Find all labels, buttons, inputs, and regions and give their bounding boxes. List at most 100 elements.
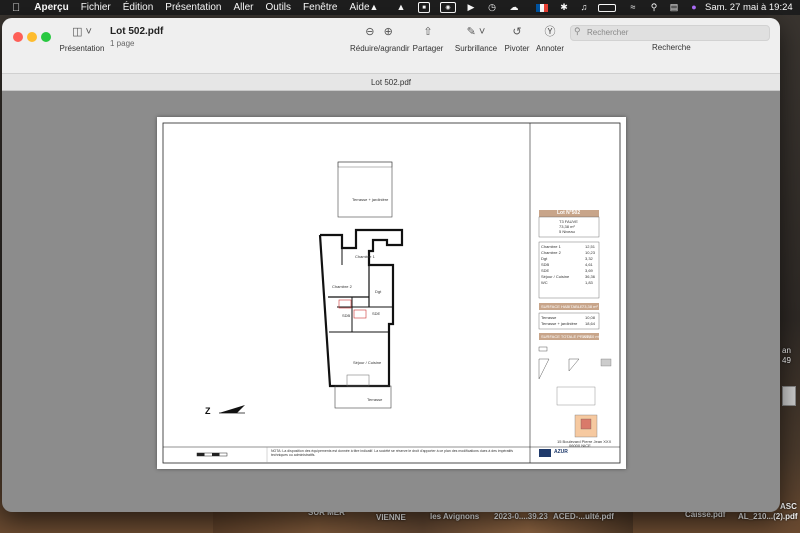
room-name: Dgt — [541, 256, 548, 261]
status-play-icon[interactable]: ▶ — [465, 2, 477, 13]
highlight-icon: ✎ ˅ — [466, 26, 486, 38]
surface-habitable-value: 73,38 m² — [582, 304, 598, 309]
presentation-button[interactable]: ◫ ˅ Présentation — [57, 26, 107, 53]
menu-item-aide[interactable]: Aide — [350, 2, 370, 13]
rotate-icon: ↺ — [512, 26, 522, 38]
status-wifi-icon[interactable]: ≈ — [627, 2, 639, 13]
room-area: 3,69 — [585, 268, 593, 273]
annotate-label: Annoter — [535, 44, 565, 53]
room-name: SDB — [541, 262, 550, 267]
floor-plan-drawing — [162, 122, 621, 464]
window-toolbar: ◫ ˅ Présentation Lot 502.pdf 1 page ⊖ ⊕ … — [2, 18, 780, 74]
status-battery-icon[interactable] — [598, 4, 616, 12]
apple-menu-icon[interactable]:  — [12, 2, 20, 14]
room-name: SDE — [541, 268, 550, 273]
menu-item-presentation[interactable]: Présentation — [165, 2, 221, 13]
brand-label: AZUR — [554, 449, 568, 455]
sidebar-icon: ◫ ˅ — [72, 26, 92, 38]
menu-item-fichier[interactable]: Fichier — [81, 2, 111, 13]
menu-item-aller[interactable]: Aller — [233, 2, 253, 13]
status-cone-icon[interactable]: ▲ — [395, 2, 407, 13]
terrace-area: 10,08 — [585, 315, 596, 320]
preview-window: ◫ ˅ Présentation Lot 502.pdf 1 page ⊖ ⊕ … — [2, 18, 780, 512]
resize-button[interactable]: ⊖ ⊕ Réduire/agrandir — [350, 26, 410, 53]
desktop-file-label[interactable]: VIENNE — [376, 513, 406, 522]
desktop-file-label[interactable]: ASC — [780, 502, 797, 511]
search-input[interactable]: Rechercher — [570, 25, 770, 41]
desktop-side-label: an — [782, 346, 791, 355]
status-bluetooth-icon[interactable]: ✱ — [558, 2, 570, 13]
status-clock-icon[interactable]: ◷ — [486, 2, 498, 13]
status-app-icon[interactable]: ▲ — [368, 2, 380, 13]
menu-app-name[interactable]: Aperçu — [34, 2, 68, 13]
lot-floor: 5 Niveau — [559, 229, 575, 234]
room-name: Séjour / Cuisine — [541, 274, 570, 279]
status-search-icon[interactable]: ⚲ — [648, 2, 660, 13]
desktop-file-label[interactable]: ACED-...ulté.pdf — [553, 512, 614, 521]
terrace-name: Terrasse — [541, 315, 557, 320]
annotate-button[interactable]: Ⓨ Annoter — [535, 26, 565, 53]
plan-label-dgt: Dgt — [375, 289, 382, 294]
plan-label-chambre2: Chambre 2 — [332, 284, 352, 289]
status-flag-icon[interactable] — [536, 4, 548, 12]
highlight-button[interactable]: ✎ ˅ Surbrillance — [454, 26, 498, 53]
search-icon: ⚲ — [574, 26, 581, 36]
window-subtitle: 1 page — [110, 39, 135, 48]
city-label: 06000 NICE — [569, 443, 591, 448]
north-arrow-label: Z — [205, 406, 211, 416]
room-area: 10,23 — [585, 250, 596, 255]
search-label: Recherche — [652, 43, 691, 52]
room-area: 12,51 — [585, 244, 596, 249]
markup-icon: Ⓨ — [544, 26, 556, 38]
share-label: Partager — [412, 44, 444, 53]
room-area: 4,61 — [585, 262, 593, 267]
presentation-label: Présentation — [59, 44, 105, 53]
plan-note: NOTA: La disposition des équipements est… — [271, 449, 514, 457]
room-area: 1,83 — [585, 280, 593, 285]
lot-title: Lot N°502 — [557, 210, 581, 216]
document-tab-title[interactable]: Lot 502.pdf — [371, 78, 411, 87]
plan-label-sejour: Séjour / Cuisine — [353, 360, 382, 365]
surface-habitable-label: SURFACE HABITABLE — [541, 304, 583, 309]
status-camera-icon[interactable]: ◉ — [440, 2, 456, 13]
plan-label-terrace-top: Terrasse + jardinière — [352, 197, 389, 202]
plan-label-sdb: SDB — [342, 313, 351, 318]
pdf-page[interactable]: Terrasse + jardinière Chambre 1 Chambre … — [157, 117, 626, 469]
minimize-button[interactable] — [27, 32, 37, 42]
plan-label-sde: SDE — [372, 311, 381, 316]
desktop-file-label[interactable]: les Avignons — [430, 512, 479, 521]
status-cloud-icon[interactable]: ☁ — [508, 2, 520, 13]
resize-label: Réduire/agrandir — [350, 44, 410, 53]
plan-label-terrace-bottom: Terrasse — [367, 397, 383, 402]
plan-label-chambre1: Chambre 1 — [355, 254, 375, 259]
zoom-button[interactable] — [41, 32, 51, 42]
room-name: WC — [541, 280, 548, 285]
window-title: Lot 502.pdf — [110, 26, 164, 37]
rotate-button[interactable]: ↺ Pivoter — [502, 26, 532, 53]
terrace-area: 18,64 — [585, 321, 596, 326]
room-name: Chambre 1 — [541, 244, 561, 249]
menu-item-fenetre[interactable]: Fenêtre — [303, 2, 337, 13]
room-area: 36,36 — [585, 274, 596, 279]
highlight-label: Surbrillance — [454, 44, 498, 53]
share-button[interactable]: ⇧ Partager — [412, 26, 444, 53]
status-control-center-icon[interactable]: ▤ — [668, 2, 680, 13]
menu-datetime[interactable]: Sam. 27 mai à 19:24 — [705, 0, 793, 15]
search-placeholder: Rechercher — [587, 28, 629, 37]
desktop-file-label[interactable]: 2023-0....39.23 — [494, 512, 548, 521]
document-tab-bar: Lot 502.pdf — [2, 74, 780, 91]
status-screen-icon[interactable]: ■ — [418, 2, 430, 13]
menu-item-edition[interactable]: Édition — [123, 2, 154, 13]
close-button[interactable] — [13, 32, 23, 42]
status-volume-icon[interactable]: ♫ — [578, 2, 590, 13]
surface-totale-value: 102,10 m² — [582, 334, 601, 339]
terrace-name: Terrasse + jardinière — [541, 321, 578, 326]
zoom-icons: ⊖ ⊕ — [365, 26, 393, 38]
status-siri-icon[interactable]: ● — [688, 2, 700, 13]
room-area: 3,32 — [585, 256, 593, 261]
menu-item-outils[interactable]: Outils — [265, 2, 291, 13]
room-name: Chambre 2 — [541, 250, 561, 255]
desktop-side-label: 49 — [782, 356, 791, 365]
desktop-file-label[interactable]: AL_210...(2).pdf — [738, 512, 798, 521]
desktop-file-thumbnail[interactable] — [782, 386, 796, 406]
